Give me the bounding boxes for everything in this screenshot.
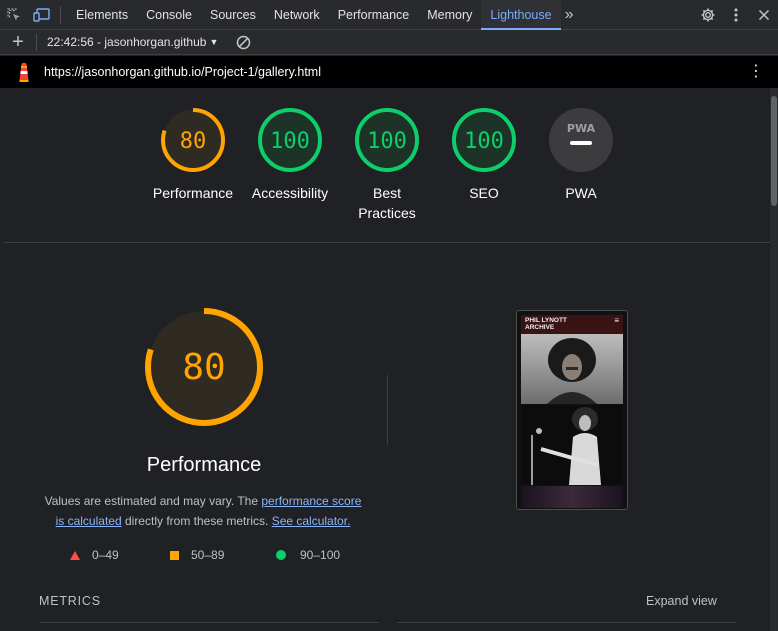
see-calculator-link[interactable]: See calculator. — [272, 514, 351, 528]
scrollbar-thumb[interactable] — [771, 96, 777, 206]
tab-elements[interactable]: Elements — [67, 0, 137, 30]
report-menu-icon[interactable]: ⋮ — [748, 64, 764, 80]
screenshot-site-title: PHIL LYNOTT ARCHIVE — [525, 317, 567, 331]
final-screenshot-thumbnail[interactable]: PHIL LYNOTT ARCHIVE ≡ — [516, 310, 628, 510]
gauge-label: Accessibility — [251, 185, 329, 201]
gauge-accessibility[interactable]: 100 Accessibility — [240, 106, 340, 203]
tab-network[interactable]: Network — [265, 0, 329, 30]
gauge-score: 100 — [270, 129, 310, 154]
report-url: https://jasonhorgan.github.io/Project-1/… — [44, 65, 322, 79]
gauge-score: 100 — [464, 129, 504, 154]
metrics-divider-right — [397, 622, 736, 623]
report-scrollbar[interactable] — [770, 88, 778, 631]
hamburger-icon: ≡ — [614, 316, 619, 325]
more-tabs-icon: » — [564, 5, 574, 23]
device-toolbar-icon[interactable] — [28, 0, 56, 30]
clear-icon — [237, 35, 251, 49]
desc-text-1: Values are estimated and may vary. The — [44, 494, 262, 508]
performance-title: Performance — [146, 454, 262, 476]
fail-triangle-icon — [70, 550, 80, 560]
legend-range: 90–100 — [300, 548, 341, 562]
accessibility-gauge-ring: 100 — [258, 108, 322, 172]
metrics-divider-left — [40, 622, 379, 623]
settings-gear-icon[interactable] — [694, 0, 722, 30]
gauge-label: Performance — [152, 185, 234, 201]
gauge-label: PWA — [565, 185, 597, 201]
gauge-score: 80 — [180, 129, 207, 154]
close-devtools-icon[interactable] — [750, 0, 778, 30]
pass-circle-icon — [276, 550, 286, 560]
expand-view-toggle[interactable]: Expand view — [646, 594, 717, 608]
legend-average: 50–89 — [170, 548, 224, 562]
gauge-score: 100 — [367, 129, 407, 154]
gauge-best-practices[interactable]: 100 Best Practices — [337, 106, 437, 223]
report-selector[interactable]: 22:42:56 - jasonhorgan.github ▼ — [36, 33, 219, 51]
lighthouse-logo-icon — [19, 63, 29, 82]
tab-performance[interactable]: Performance — [329, 0, 419, 30]
gauge-label: Best Practices — [358, 185, 416, 221]
new-report-plus-icon[interactable]: + — [0, 30, 36, 55]
screenshot-site-header: PHIL LYNOTT ARCHIVE ≡ — [521, 315, 623, 334]
vertical-divider — [387, 375, 388, 445]
more-options-icon[interactable] — [722, 0, 750, 30]
legend-pass: 90–100 — [276, 548, 340, 562]
gauge-seo[interactable]: 100 SEO — [434, 106, 534, 203]
report-selector-label: 22:42:56 - jasonhorgan.github — [47, 35, 207, 49]
desc-text-2: directly from these metrics. — [121, 514, 272, 528]
performance-large-score: 80 — [182, 347, 225, 388]
legend-fail: 0–49 — [70, 548, 119, 562]
screenshot-photo-concert — [521, 405, 623, 485]
performance-description: Values are estimated and may vary. The p… — [40, 491, 366, 531]
devtools-tab-bar: Elements Console Sources Network Perform… — [0, 0, 778, 30]
dropdown-caret-icon: ▼ — [209, 37, 219, 47]
pwa-badge-text: PWA — [567, 122, 596, 135]
tab-sources[interactable]: Sources — [201, 0, 265, 30]
pwa-badge-icon: PWA — [549, 108, 613, 172]
lighthouse-report: 80 Performance 100 Accessibility 100 Bes… — [4, 88, 770, 631]
score-gauges-row: 80 Performance 100 Accessibility 100 Bes… — [4, 88, 770, 243]
toolbar-divider — [60, 5, 61, 24]
legend-range: 0–49 — [92, 548, 119, 562]
gauge-performance[interactable]: 80 Performance — [143, 106, 243, 203]
seo-gauge-ring: 100 — [452, 108, 516, 172]
performance-large-gauge: 80 — [145, 308, 263, 426]
inspect-element-icon[interactable] — [0, 0, 28, 30]
screenshot-photo-portrait — [521, 334, 623, 404]
tab-lighthouse[interactable]: Lighthouse — [481, 0, 561, 30]
best-practices-gauge-ring: 100 — [355, 108, 419, 172]
performance-gauge-ring: 80 — [161, 108, 225, 172]
screenshot-photo-stage — [521, 486, 623, 508]
gauge-label: SEO — [469, 185, 499, 201]
gauge-pwa[interactable]: PWA PWA — [531, 106, 631, 203]
more-tabs-button[interactable]: » — [561, 0, 578, 30]
tab-console[interactable]: Console — [137, 0, 201, 30]
tab-memory[interactable]: Memory — [418, 0, 481, 30]
clear-reports-button[interactable] — [236, 35, 251, 50]
legend-range: 50–89 — [191, 548, 225, 562]
lighthouse-toolbar: + 22:42:56 - jasonhorgan.github ▼ — [0, 30, 778, 55]
report-url-bar: https://jasonhorgan.github.io/Project-1/… — [0, 56, 778, 88]
average-square-icon — [170, 550, 179, 560]
metrics-heading: METRICS — [39, 594, 101, 608]
